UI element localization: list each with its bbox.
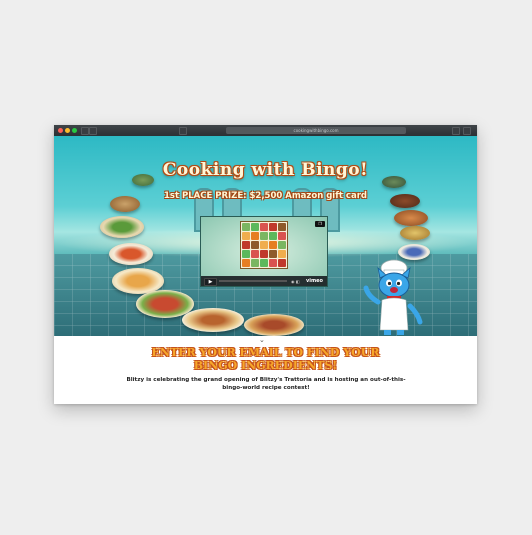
sidebar-toggle-icon[interactable] [81,127,89,135]
sandwich-plate-image [182,308,244,332]
bingo-card-cell [278,250,286,258]
volume-icon[interactable]: ◉ ◧ [291,279,300,284]
address-bar[interactable]: cookingwithbingo.com [226,127,406,134]
bingo-card-cell [242,241,250,249]
bingo-card-cell [242,232,250,240]
food-dish-image [382,176,406,188]
bingo-card-cell [251,259,259,267]
steak-dish-image [390,194,420,208]
bingo-card-cell [260,241,268,249]
bingo-card-cell [278,259,286,267]
bingo-card-cell [251,241,259,249]
cta-line-1: Enter your email to find your [151,346,380,359]
chevron-down-icon[interactable]: ⌄ [259,336,265,344]
bingo-card-cell [278,241,286,249]
food-dish-image [400,226,430,240]
play-icon[interactable]: ▶ [204,278,217,286]
bingo-card-cell [260,232,268,240]
tabs-icon[interactable] [463,127,471,135]
food-dish-image [110,196,140,212]
bingo-card-cell [242,250,250,258]
description-text: Blitzy is celebrating the grand opening … [126,377,406,391]
bingo-card-cell [269,259,277,267]
bingo-card-cell [278,232,286,240]
maximize-window-button[interactable] [72,128,77,133]
food-dish-image [132,174,154,186]
bingo-card-cell [260,250,268,258]
browser-toolbar: cookingwithbingo.com [54,125,477,136]
bingo-card-cell [242,259,250,267]
close-window-button[interactable] [58,128,63,133]
bingo-card-cell [260,259,268,267]
grilled-dish-image [244,314,304,336]
hero-section: Cooking with Bingo! 1st PLACE PRIZE: $2,… [54,136,477,336]
bingo-card-cell [251,250,259,258]
shield-icon[interactable] [179,127,187,135]
bingo-card-cell [269,232,277,240]
bingo-card-cell [251,232,259,240]
video-player[interactable]: ❐ ▶ ◉ ◧ vimeo [200,216,328,287]
video-options-button[interactable]: ❐ [315,221,325,227]
bingo-card-cell [260,223,268,231]
bingo-card-cell [269,250,277,258]
back-button[interactable] [89,127,97,135]
cta-heading: Enter your email to find your Bingo ingr… [54,346,477,372]
video-progress-bar[interactable] [219,280,287,282]
salad-dish-image [100,216,144,238]
chef-cat-mascot [363,259,423,335]
cta-line-2: Bingo ingredients! [193,359,338,372]
signup-section: ⌄ Enter your email to find your Bingo in… [54,336,477,404]
bingo-card-image [240,221,288,269]
soup-bowl-image [109,243,153,265]
bingo-card-cell [278,223,286,231]
bingo-card-cell [269,241,277,249]
vimeo-logo[interactable]: vimeo [306,277,323,285]
page-title: Cooking with Bingo! [162,160,369,180]
share-icon[interactable] [452,127,460,135]
minimize-window-button[interactable] [65,128,70,133]
browser-window: cookingwithbingo.com Cooking with Bingo!… [54,125,477,404]
roast-dish-image [394,210,428,226]
bingo-card-cell [242,223,250,231]
bingo-card-cell [251,223,259,231]
video-controls: ▶ ◉ ◧ vimeo [201,276,327,286]
bingo-card-cell [269,223,277,231]
